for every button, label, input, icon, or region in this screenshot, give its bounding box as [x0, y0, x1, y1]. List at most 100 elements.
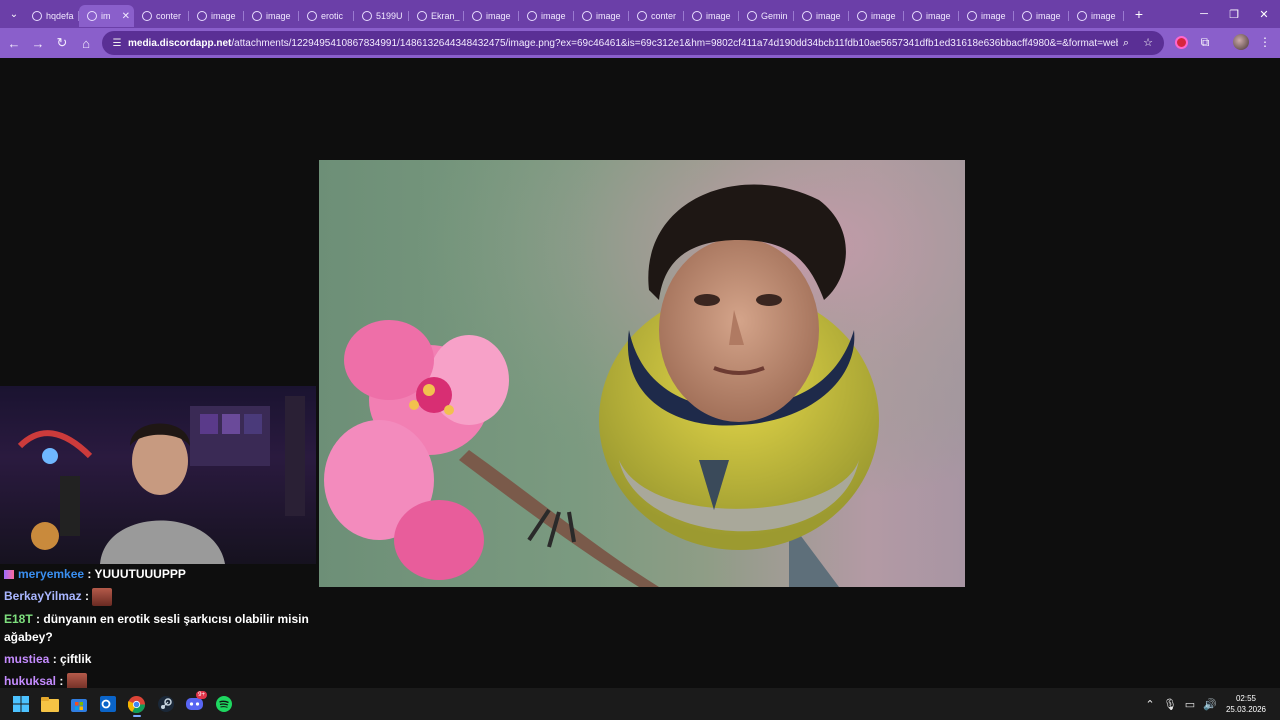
site-info-icon[interactable]: ☰ — [106, 38, 128, 49]
stream-chat: meryemkee : YUUUTUUUPPP BerkayYilmaz : E1… — [0, 563, 316, 691]
microphone-icon[interactable]: 🎙 — [1160, 698, 1180, 711]
windows-taskbar: 9+ ⌃ 🎙 ▭ 🔊 02:55 25.03.2026 — [0, 688, 1280, 720]
chat-separator: : — [32, 611, 44, 626]
chat-username[interactable]: hukuksal — [4, 674, 56, 688]
browser-tab[interactable]: Gemin — [739, 5, 794, 27]
profile-avatar[interactable] — [1230, 31, 1252, 53]
url-path: /attachments/1229495410867834991/1486132… — [231, 37, 1118, 49]
globe-icon — [87, 11, 97, 21]
chat-separator: : — [56, 673, 67, 688]
chat-message: meryemkee : YUUUTUUUPPP — [4, 565, 312, 583]
new-tab-button[interactable]: + — [1128, 6, 1150, 22]
tab-title: image — [981, 11, 1006, 21]
browser-tab[interactable]: image — [904, 5, 959, 27]
globe-icon — [637, 11, 647, 21]
browser-tab[interactable]: image — [519, 5, 574, 27]
browser-menu-icon[interactable]: ⋮ — [1254, 31, 1276, 53]
tab-title: erotic — [321, 11, 344, 21]
browser-tab[interactable]: image — [244, 5, 299, 27]
browser-tab[interactable]: image — [189, 5, 244, 27]
system-tray: ⌃ 🎙 ▭ 🔊 02:55 25.03.2026 — [1140, 688, 1280, 720]
browser-tab[interactable]: conter — [629, 5, 684, 27]
browser-tab[interactable]: image — [849, 5, 904, 27]
browser-tab[interactable]: image — [1069, 5, 1124, 27]
tab-title: 5199U — [376, 11, 403, 21]
extension-red-icon[interactable] — [1170, 31, 1192, 53]
outlook-icon[interactable] — [93, 690, 122, 718]
streamer-webcam — [0, 386, 316, 564]
webcam-scene — [17, 396, 305, 564]
globe-icon — [1077, 11, 1087, 21]
url-host: media.discordapp.net — [128, 37, 232, 49]
chat-username[interactable]: mustiea — [4, 652, 49, 666]
browser-tab[interactable]: image — [684, 5, 739, 27]
browser-tab[interactable]: hqdefa — [24, 5, 79, 27]
browser-tab[interactable]: erotic — [299, 5, 354, 27]
tab-title: image — [1091, 11, 1116, 21]
browser-tab[interactable]: conter — [134, 5, 189, 27]
tab-title: image — [211, 11, 236, 21]
reload-icon[interactable]: ↻ — [50, 31, 74, 55]
tab-title: image — [871, 11, 896, 21]
extensions-puzzle-icon[interactable]: ⧉ — [1194, 31, 1216, 53]
browser-tab[interactable]: image — [794, 5, 849, 27]
zoom-icon[interactable]: ⌕ — [1118, 35, 1134, 51]
address-bar[interactable]: ☰ media.discordapp.net/attachments/12294… — [102, 31, 1164, 55]
browser-tab[interactable]: image — [959, 5, 1014, 27]
bird-with-face-illustration — [319, 160, 965, 587]
spotify-icon[interactable] — [209, 690, 238, 718]
minimize-icon[interactable]: ─ — [1188, 0, 1220, 28]
restore-icon[interactable]: ❐ — [1218, 0, 1250, 28]
back-icon[interactable]: ← — [2, 31, 26, 55]
network-icon[interactable]: ▭ — [1180, 698, 1200, 711]
tab-search-chevron-icon[interactable]: ⌄ — [4, 4, 24, 24]
tab-title: hqdefa — [46, 11, 74, 21]
displayed-image — [319, 160, 965, 587]
windows-start-icon[interactable] — [6, 690, 35, 718]
globe-icon — [747, 11, 757, 21]
chrome-icon[interactable] — [122, 690, 151, 718]
globe-icon — [252, 11, 262, 21]
browser-tab[interactable]: image — [574, 5, 629, 27]
chat-text: dünyanın en erotik sesli şarkıcısı olabi… — [4, 611, 309, 644]
globe-icon — [197, 11, 207, 21]
chat-username[interactable]: meryemkee — [18, 567, 84, 581]
show-hidden-icons-chevron-icon[interactable]: ⌃ — [1140, 698, 1160, 711]
taskbar-clock[interactable]: 02:55 25.03.2026 — [1220, 693, 1272, 715]
tab-title: Ekran_ — [431, 11, 460, 21]
chat-text: çiftlik — [60, 651, 92, 666]
file-explorer-icon[interactable] — [35, 690, 64, 718]
steam-icon[interactable] — [151, 690, 180, 718]
tab-title: Gemin — [761, 11, 788, 21]
url-text[interactable]: media.discordapp.net/attachments/1229495… — [128, 38, 1118, 49]
globe-icon — [142, 11, 152, 21]
browser-tab[interactable]: image — [1014, 5, 1069, 27]
browser-tab[interactable]: Ekran_ — [409, 5, 464, 27]
forward-icon[interactable]: → — [26, 31, 50, 55]
tab-close-icon[interactable]: ✕ — [122, 11, 130, 22]
tabs-container: hqdefa im ✕ conter image image erotic 5199U Ekra… — [24, 1, 1124, 27]
discord-icon[interactable]: 9+ — [180, 690, 209, 718]
globe-icon — [857, 11, 867, 21]
tab-title: conter — [156, 11, 182, 21]
tab-title: im — [101, 11, 111, 21]
globe-icon — [32, 11, 42, 21]
tab-title: image — [816, 11, 841, 21]
tab-title: image — [266, 11, 291, 21]
chat-separator: : — [49, 651, 61, 666]
close-window-icon[interactable]: ✕ — [1248, 0, 1280, 28]
globe-icon — [1022, 11, 1032, 21]
chat-username[interactable]: E18T — [4, 612, 33, 626]
browser-tab[interactable]: image — [464, 5, 519, 27]
browser-tab[interactable]: im ✕ — [79, 5, 134, 27]
globe-icon — [802, 11, 812, 21]
bookmark-star-icon[interactable]: ☆ — [1140, 35, 1156, 51]
discord-notification-badge: 9+ — [196, 691, 207, 699]
microsoft-store-icon[interactable] — [64, 690, 93, 718]
home-icon[interactable]: ⌂ — [74, 31, 98, 55]
browser-tab[interactable]: 5199U — [354, 5, 409, 27]
chat-emote-icon — [92, 587, 113, 606]
tab-title: image — [1036, 11, 1061, 21]
volume-icon[interactable]: 🔊 — [1200, 698, 1220, 711]
chat-username[interactable]: BerkayYilmaz — [4, 589, 82, 603]
